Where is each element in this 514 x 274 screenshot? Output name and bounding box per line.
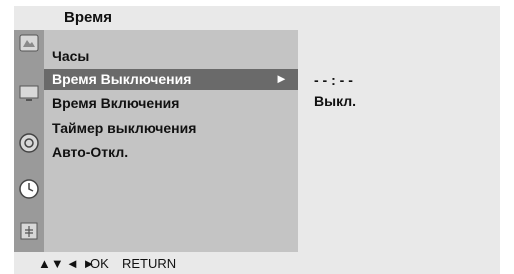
menu-item-clock[interactable]: Часы: [52, 48, 89, 64]
return-hint: RETURN: [122, 256, 177, 271]
state-value: Выкл.: [314, 93, 357, 109]
menu-item-label: Время Выключения: [52, 71, 192, 87]
menu-item-sleep-timer[interactable]: Таймер выключения: [52, 120, 196, 136]
page-title: Время: [64, 9, 112, 26]
menu-panel: Часы Время Выключения ► Время Включения …: [44, 30, 298, 252]
menu-item-label: Таймер выключения: [52, 120, 197, 136]
menu-item-off-time[interactable]: Время Выключения ►: [44, 69, 298, 90]
speaker-icon[interactable]: [18, 132, 40, 154]
menu-item-label: Авто-Откл.: [52, 144, 129, 160]
menu-item-on-time[interactable]: Время Включения: [52, 95, 179, 111]
screen-icon[interactable]: [18, 82, 40, 104]
time-value: - - : - -: [314, 72, 353, 88]
picture-icon[interactable]: [18, 32, 40, 54]
title-bar: Время: [14, 6, 500, 30]
updown-arrows-icon: ▲▼: [38, 256, 64, 271]
footer-hint-bar: ▲▼ ◄ ► OK RETURN: [14, 252, 500, 274]
menu-item-label: Часы: [52, 48, 90, 64]
submenu-arrow-icon: ►: [275, 71, 288, 86]
ok-hint: OK: [90, 256, 109, 271]
lock-icon[interactable]: [18, 220, 40, 242]
menu-item-label: Время Включения: [52, 95, 180, 111]
menu-item-auto-off[interactable]: Авто-Откл.: [52, 144, 128, 160]
sidebar: [14, 30, 44, 252]
value-panel: - - : - - Выкл.: [298, 30, 500, 252]
clock-icon[interactable]: [18, 178, 40, 200]
